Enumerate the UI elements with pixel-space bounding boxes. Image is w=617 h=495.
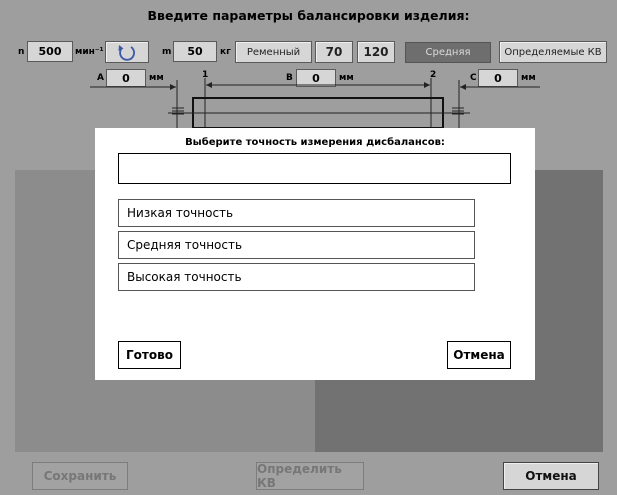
option-low-accuracy[interactable]: Низкая точность bbox=[118, 199, 475, 227]
balancing-window: Введите параметры балансировки изделия: … bbox=[0, 0, 617, 495]
dialog-ok-button[interactable]: Готово bbox=[118, 341, 181, 369]
cancel-button[interactable]: Отмена bbox=[503, 462, 599, 490]
option-high-accuracy[interactable]: Высокая точность bbox=[118, 263, 475, 291]
dialog-cancel-button[interactable]: Отмена bbox=[447, 341, 511, 369]
define-kv-button[interactable]: Определить КВ bbox=[256, 462, 364, 490]
dialog-title: Выберите точность измерения дисбалансов: bbox=[185, 137, 445, 148]
accuracy-input[interactable] bbox=[118, 153, 511, 184]
option-medium-accuracy[interactable]: Средняя точность bbox=[118, 231, 475, 259]
accuracy-dialog: Выберите точность измерения дисбалансов:… bbox=[95, 128, 535, 380]
save-button[interactable]: Сохранить bbox=[32, 462, 128, 490]
